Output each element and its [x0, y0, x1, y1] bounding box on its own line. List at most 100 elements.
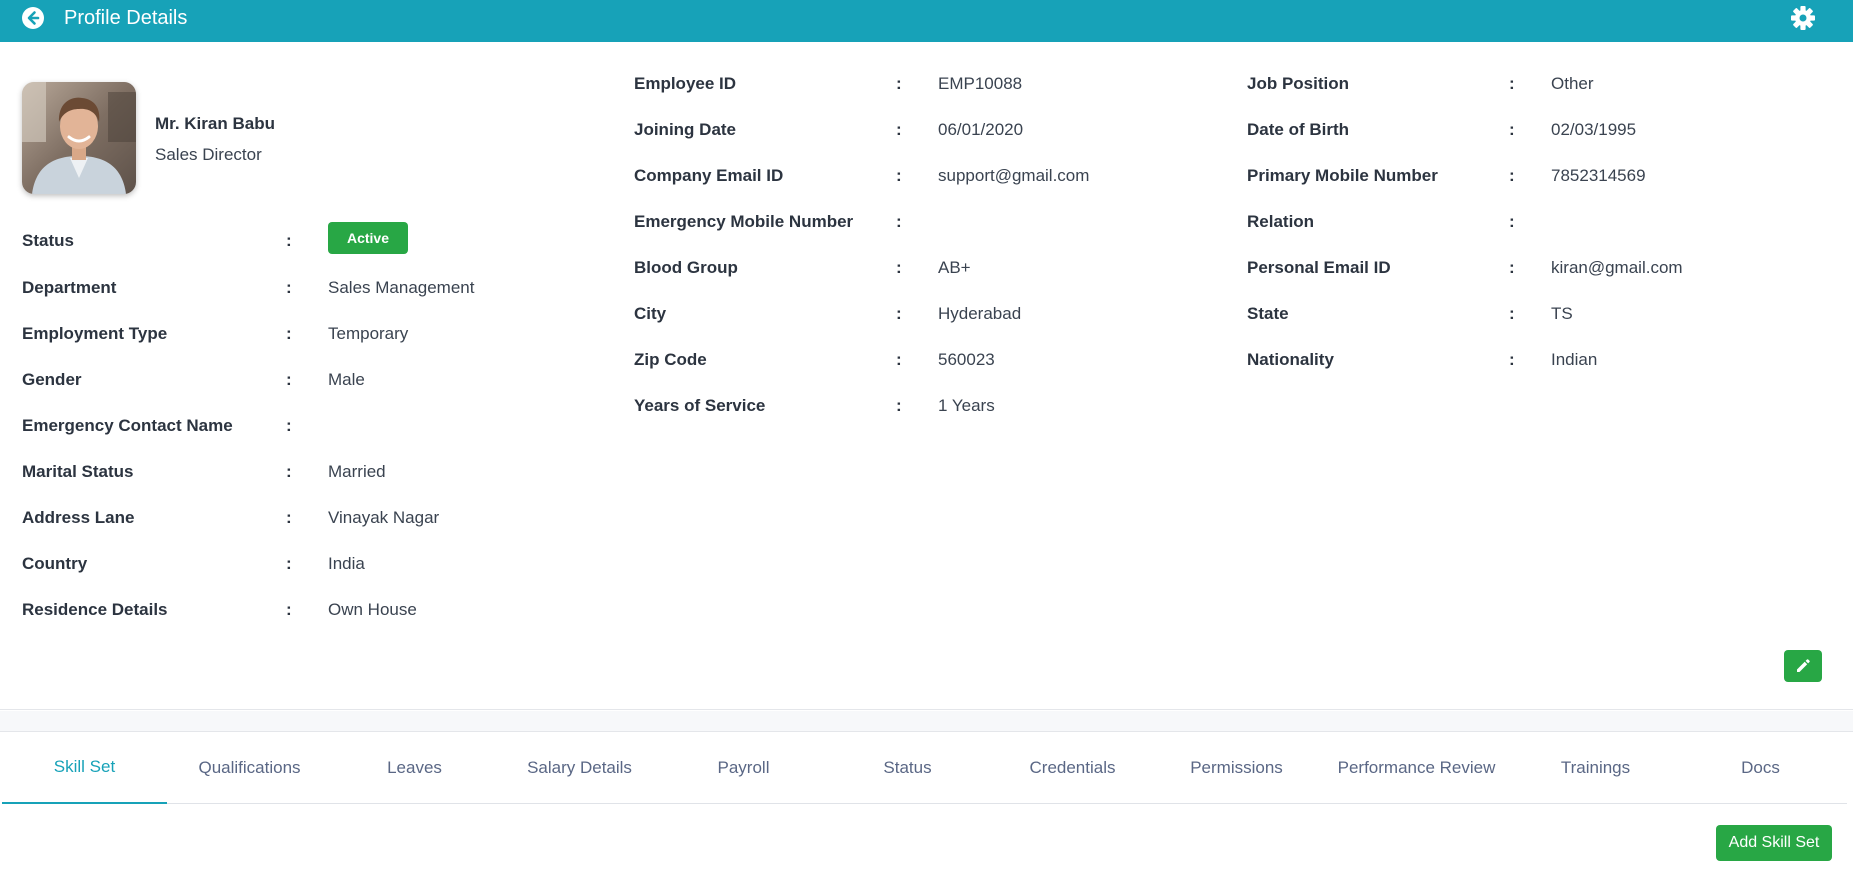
field-separator: : [286, 416, 292, 435]
gear-icon[interactable] [1789, 4, 1817, 32]
field-gender: Gender : Male [22, 370, 582, 394]
field-value: support@gmail.com [938, 166, 1090, 185]
field-separator: : [896, 166, 902, 185]
field-separator: : [286, 508, 292, 527]
pencil-icon [1797, 659, 1810, 672]
field-label: Company Email ID [634, 166, 784, 185]
field-residence-details: Residence Details : Own House [22, 600, 582, 624]
tab-status[interactable]: Status [825, 732, 990, 804]
field-separator: : [1509, 212, 1515, 231]
field-label: Employee ID [634, 74, 737, 93]
field-address-lane: Address Lane : Vinayak Nagar [22, 508, 582, 532]
field-separator: : [286, 278, 292, 297]
field-label: Employment Type [22, 324, 168, 343]
tab-permissions[interactable]: Permissions [1154, 732, 1319, 804]
field-value: 560023 [938, 350, 995, 369]
field-city: City : Hyderabad [634, 304, 1214, 328]
avatar [22, 82, 136, 194]
back-arrow-icon[interactable] [20, 5, 46, 31]
field-label: Zip Code [634, 350, 707, 369]
field-separator: : [1509, 166, 1515, 185]
field-value: Indian [1551, 350, 1598, 369]
field-value: India [328, 554, 365, 573]
field-personal-email: Personal Email ID : kiran@gmail.com [1247, 258, 1827, 282]
field-separator: : [286, 231, 292, 250]
field-label: Years of Service [634, 396, 766, 415]
field-value: Vinayak Nagar [328, 508, 440, 527]
tab-performance-review[interactable]: Performance Review [1334, 732, 1499, 804]
field-label: Joining Date [634, 120, 737, 139]
field-separator: : [896, 258, 902, 277]
page-title: Profile Details [64, 7, 188, 29]
field-marital-status: Marital Status : Married [22, 462, 582, 486]
field-separator: : [896, 212, 902, 231]
section-divider [0, 711, 1853, 732]
profile-card: Mr. Kiran Babu Sales Director Status : A… [0, 42, 1853, 710]
field-value: Sales Management [328, 278, 475, 297]
field-separator: : [1509, 258, 1515, 277]
field-value: Hyderabad [938, 304, 1022, 323]
field-date-of-birth: Date of Birth : 02/03/1995 [1247, 120, 1827, 144]
field-nationality: Nationality : Indian [1247, 350, 1827, 374]
field-value: 02/03/1995 [1551, 120, 1637, 139]
field-employment-type: Employment Type : Temporary [22, 324, 582, 348]
status-badge: Active [328, 222, 408, 254]
field-label: Job Position [1247, 74, 1349, 93]
tab-credentials[interactable]: Credentials [990, 732, 1155, 804]
field-separator: : [896, 74, 902, 93]
field-department: Department : Sales Management [22, 278, 582, 302]
tab-skill-set[interactable]: Skill Set [2, 732, 167, 804]
edit-profile-button[interactable] [1784, 650, 1822, 682]
add-skill-set-button[interactable]: Add Skill Set [1716, 825, 1832, 861]
field-label: Emergency Contact Name [22, 416, 233, 435]
field-label: Relation [1247, 212, 1315, 231]
field-label: Personal Email ID [1247, 258, 1391, 277]
field-label: Country [22, 554, 88, 573]
field-value: Other [1551, 74, 1594, 93]
tab-salary-details[interactable]: Salary Details [497, 732, 662, 804]
field-relation: Relation : [1247, 212, 1827, 236]
field-separator: : [286, 324, 292, 343]
field-label: State [1247, 304, 1289, 323]
field-value: Male [328, 370, 365, 389]
employee-role: Sales Director [155, 145, 262, 164]
field-job-position: Job Position : Other [1247, 74, 1827, 98]
field-joining-date: Joining Date : 06/01/2020 [634, 120, 1214, 144]
field-company-email: Company Email ID : support@gmail.com [634, 166, 1214, 190]
field-separator: : [1509, 350, 1515, 369]
tab-trainings[interactable]: Trainings [1513, 732, 1678, 804]
field-value: Temporary [328, 324, 409, 343]
field-value: AB+ [938, 258, 971, 277]
field-separator: : [286, 462, 292, 481]
field-value: EMP10088 [938, 74, 1023, 93]
field-zip-code: Zip Code : 560023 [634, 350, 1214, 374]
tab-qualifications[interactable]: Qualifications [167, 732, 332, 804]
profile-tabs: Skill Set Qualifications Leaves Salary D… [2, 732, 1847, 804]
field-label: Date of Birth [1247, 120, 1349, 139]
field-status: Status : Active [22, 222, 582, 255]
field-label: Department [22, 278, 117, 297]
field-value: 1 Years [938, 396, 995, 415]
field-separator: : [896, 396, 902, 415]
field-label: Status [22, 231, 74, 250]
field-separator: : [896, 120, 902, 139]
header-bar: Profile Details [0, 0, 1853, 42]
field-label: Address Lane [22, 508, 135, 527]
field-separator: : [286, 370, 292, 389]
field-separator: : [1509, 304, 1515, 323]
field-emergency-mobile: Emergency Mobile Number : [634, 212, 1214, 236]
field-separator: : [896, 350, 902, 369]
field-label: Nationality [1247, 350, 1334, 369]
field-label: Gender [22, 370, 82, 389]
field-label: Marital Status [22, 462, 134, 481]
tab-leaves[interactable]: Leaves [332, 732, 497, 804]
tab-payroll[interactable]: Payroll [661, 732, 826, 804]
tab-docs[interactable]: Docs [1678, 732, 1843, 804]
field-primary-mobile: Primary Mobile Number : 7852314569 [1247, 166, 1827, 190]
field-emergency-contact-name: Emergency Contact Name : [22, 416, 582, 440]
field-label: Primary Mobile Number [1247, 166, 1438, 185]
field-label: Blood Group [634, 258, 738, 277]
field-value: 06/01/2020 [938, 120, 1024, 139]
employee-name: Mr. Kiran Babu [155, 114, 275, 133]
field-value: Married [328, 462, 386, 481]
